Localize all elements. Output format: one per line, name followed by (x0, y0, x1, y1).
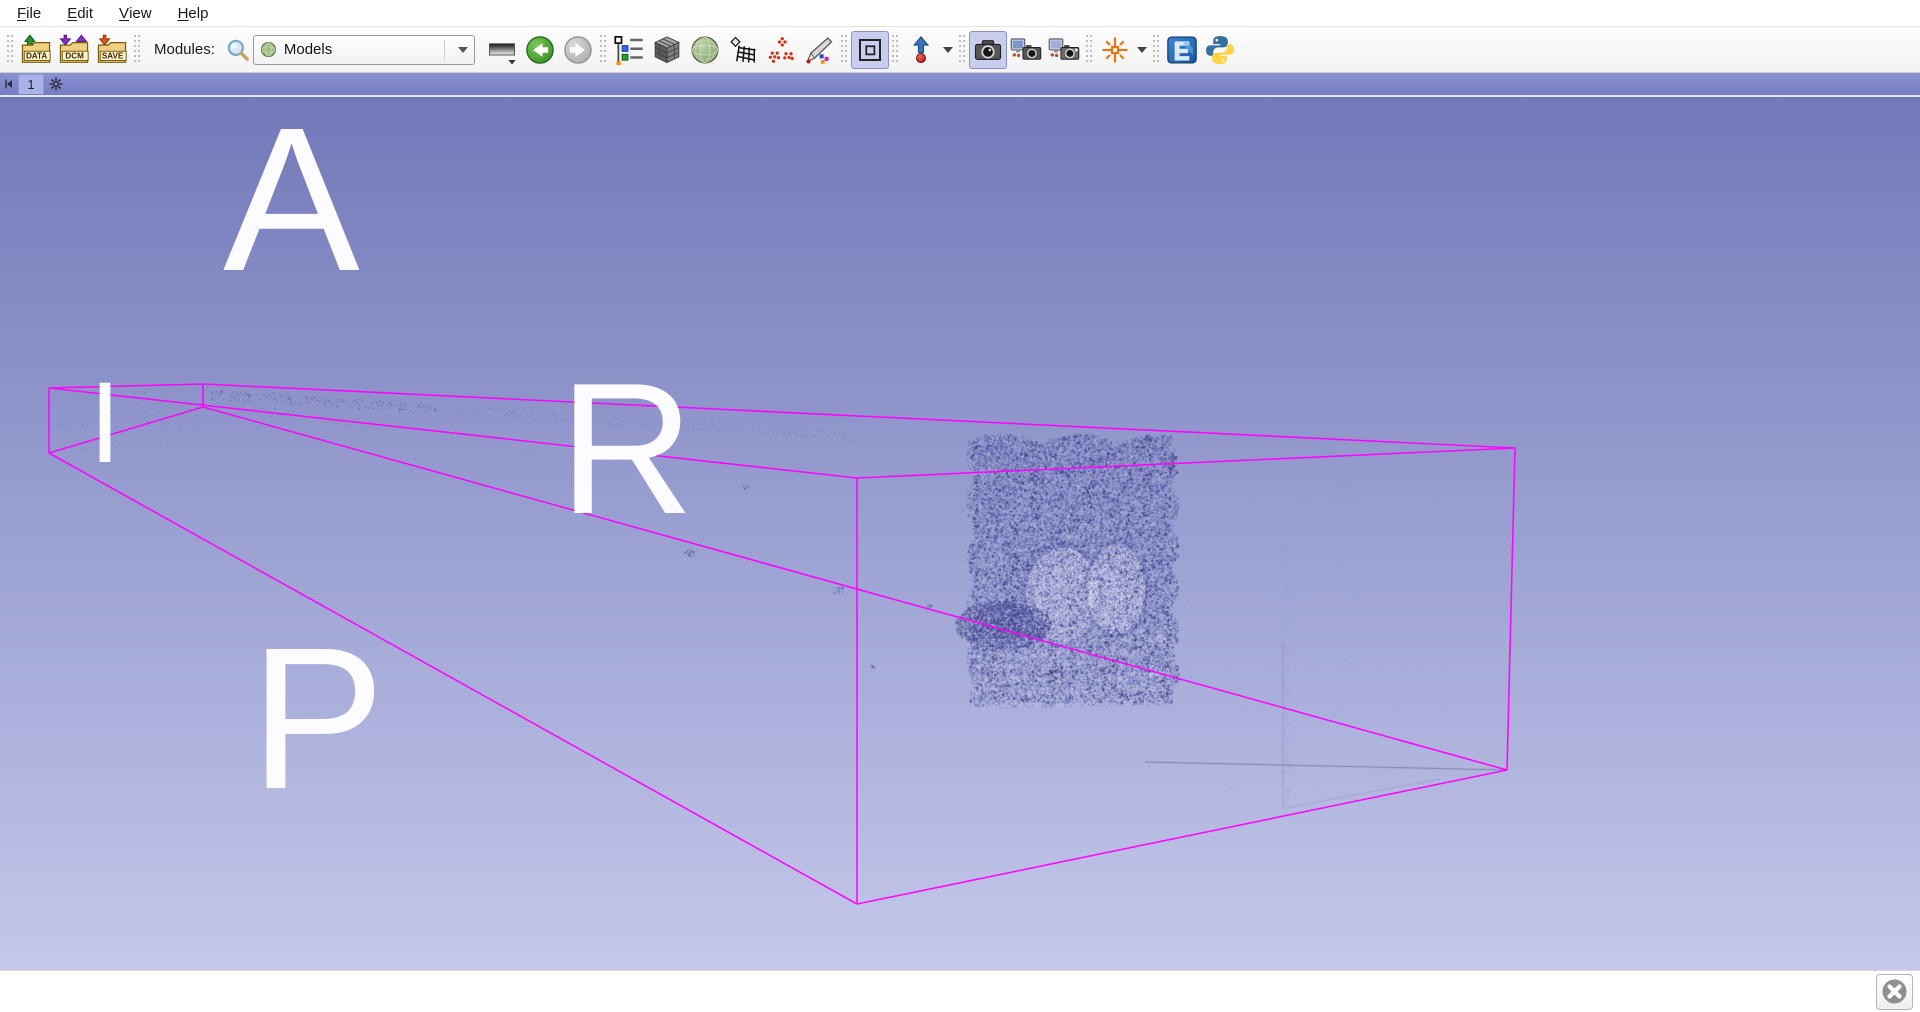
level-window-button[interactable] (483, 31, 521, 69)
level-window-icon (487, 35, 517, 65)
segmentation-pen-icon (804, 35, 834, 65)
menu-help[interactable]: Help (165, 0, 222, 26)
image-cube-icon (652, 35, 682, 65)
menu-file[interactable]: File (4, 0, 54, 26)
module-selector-value: Models (284, 41, 437, 58)
toolbar-handle[interactable] (1153, 35, 1160, 65)
renderwindow-settings-button[interactable] (46, 74, 66, 94)
modules-label: Modules: (154, 41, 215, 58)
movie-3d-button[interactable] (1045, 31, 1083, 69)
save-folder-icon: SAVE (96, 34, 128, 66)
open-dicom-folder-icon: DCM (58, 34, 90, 66)
save-button[interactable]: SAVE (93, 31, 131, 69)
module-sphere-icon (260, 41, 277, 58)
python-icon (1204, 34, 1236, 66)
point-set-icon (766, 35, 796, 65)
surface-sphere-icon (690, 35, 720, 65)
python-console-button[interactable] (1201, 31, 1239, 69)
input-upload-icon (906, 35, 936, 65)
clipping-plane-button[interactable] (724, 31, 762, 69)
svg-text:DCM: DCM (65, 51, 84, 60)
toolbar-handle[interactable] (1086, 35, 1093, 65)
data-manager-tree-icon (614, 35, 644, 65)
toolbar-handle[interactable] (841, 35, 848, 65)
toolbar-handle[interactable] (134, 35, 141, 65)
render-viewport-3d[interactable]: AIRP (0, 95, 1920, 970)
module-search-button[interactable] (223, 31, 253, 69)
tab-scroll-left-button[interactable] (2, 75, 16, 93)
clipping-plane-icon (728, 35, 758, 65)
data-manager-button[interactable] (610, 31, 648, 69)
crosshair-button[interactable] (1096, 31, 1134, 69)
screenshot-3d-button[interactable] (1007, 31, 1045, 69)
chevron-left-icon (5, 79, 14, 89)
view-navigator-icon (1166, 34, 1198, 66)
redo-icon (563, 35, 593, 65)
open-data-folder-icon: DATA (20, 34, 52, 66)
menubar: File Edit View Help (0, 0, 1920, 27)
bounding-box-toggle-button[interactable] (851, 31, 889, 69)
screenshot-3d-view-icon (1010, 34, 1042, 66)
application-window: File Edit View Help DATA DCM (0, 0, 1920, 1012)
undo-icon (525, 35, 555, 65)
gear-icon (49, 77, 63, 91)
screenshot-button[interactable] (969, 31, 1007, 69)
toolbar-handle[interactable] (7, 35, 14, 65)
segmentation-pen-button[interactable] (800, 31, 838, 69)
crosshair-dropdown[interactable] (1134, 31, 1150, 69)
crosshair-icon (1100, 35, 1130, 65)
menu-view[interactable]: View (106, 0, 165, 26)
combo-separator (444, 40, 445, 60)
point-set-button[interactable] (762, 31, 800, 69)
toolbar-handle[interactable] (600, 35, 607, 65)
input-upload-button[interactable] (902, 31, 940, 69)
menu-edit[interactable]: Edit (54, 0, 106, 26)
svg-text:DATA: DATA (26, 51, 47, 60)
open-dicom-button[interactable]: DCM (55, 31, 93, 69)
surface-sphere-button[interactable] (686, 31, 724, 69)
chevron-down-icon (942, 46, 954, 54)
screenshot-camera-icon (973, 35, 1003, 65)
renderwindow-tabbar: 1 (0, 73, 1920, 95)
chevron-down-icon (1136, 46, 1148, 54)
chevron-down-icon (458, 47, 468, 53)
renderwindow-tab-1[interactable]: 1 (18, 74, 44, 94)
tab-label: 1 (27, 77, 34, 92)
module-selector[interactable]: Models (253, 35, 475, 65)
bounding-box-crop-icon (855, 35, 885, 65)
toolbar-handle[interactable] (892, 35, 899, 65)
toolbar-handle[interactable] (959, 35, 966, 65)
point-cloud-canvas (0, 97, 1920, 970)
statusbar (0, 970, 1920, 1012)
movie-3d-view-icon (1048, 34, 1080, 66)
close-view-button[interactable] (1876, 974, 1913, 1010)
input-upload-dropdown[interactable] (940, 31, 956, 69)
svg-text:SAVE: SAVE (102, 51, 124, 60)
main-toolbar: DATA DCM SAVE Modules: (0, 27, 1920, 73)
undo-button[interactable] (521, 31, 559, 69)
view-navigator-button[interactable] (1163, 31, 1201, 69)
image-cube-button[interactable] (648, 31, 686, 69)
redo-button[interactable] (559, 31, 597, 69)
open-data-button[interactable]: DATA (17, 31, 55, 69)
close-icon (1881, 978, 1908, 1005)
search-icon (225, 37, 251, 63)
